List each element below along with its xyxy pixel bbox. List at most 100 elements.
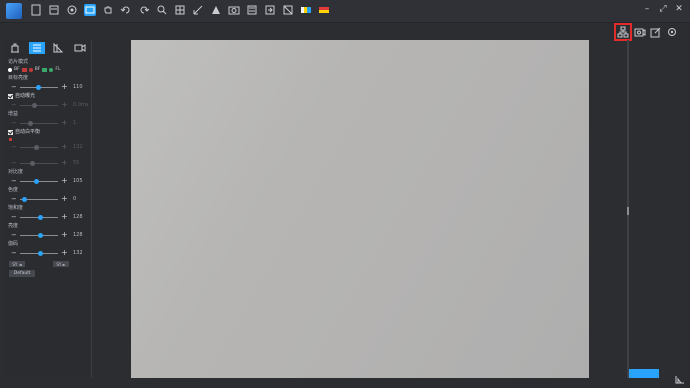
new-icon[interactable] [30, 4, 42, 16]
minus-icon[interactable]: − [11, 119, 17, 127]
sy-next-button[interactable]: SY ► [53, 261, 69, 267]
list-icon[interactable] [246, 4, 258, 16]
preview-toggle-button[interactable] [629, 369, 659, 378]
capture-icon[interactable] [84, 4, 96, 16]
contrast-label: 对比度 [8, 169, 24, 175]
plus-icon[interactable]: + [61, 82, 68, 91]
camera-tab[interactable] [7, 42, 23, 54]
slider-knob[interactable] [30, 161, 35, 166]
adjust-tab[interactable] [28, 42, 45, 54]
video-tab[interactable] [72, 42, 88, 54]
export-icon[interactable] [264, 4, 276, 16]
mode-selector: BF BF FL [8, 66, 90, 74]
plus-icon[interactable]: + [61, 118, 68, 127]
open-icon[interactable] [48, 4, 60, 16]
slider-knob[interactable] [38, 233, 43, 238]
camera-preview[interactable] [131, 40, 589, 378]
snapshot-icon[interactable] [633, 25, 647, 39]
slider-knob[interactable] [38, 215, 43, 220]
minus-icon[interactable]: − [11, 213, 17, 221]
plus-icon[interactable]: + [61, 176, 68, 185]
settings-icon[interactable] [665, 25, 679, 39]
minus-icon[interactable]: − [11, 249, 17, 257]
plus-icon[interactable]: + [61, 194, 68, 203]
edit-icon[interactable] [649, 25, 663, 39]
measure-icon[interactable] [192, 4, 204, 16]
minus-icon[interactable]: − [11, 159, 17, 167]
slider-knob[interactable] [32, 103, 37, 108]
slider-track[interactable] [20, 163, 58, 164]
plus-icon[interactable]: + [61, 158, 68, 167]
mode-color-red [21, 68, 27, 72]
saturation-slider[interactable]: − + 128 [8, 212, 90, 222]
undo-icon[interactable] [120, 4, 132, 16]
slider-knob[interactable] [36, 85, 41, 90]
gain-slider[interactable]: − + 1 [8, 118, 90, 128]
network-icon[interactable] [614, 23, 632, 41]
hand-icon[interactable] [102, 4, 114, 16]
camera-icon[interactable] [228, 4, 240, 16]
maximize-button[interactable]: ⤢ [658, 4, 668, 14]
mode-label-1: BF [14, 67, 20, 72]
slider-track[interactable] [20, 105, 58, 106]
minus-icon[interactable]: − [11, 83, 17, 91]
sidebar-divider[interactable] [91, 40, 92, 378]
checkbox-icon[interactable] [8, 129, 13, 135]
auto-wb-checkbox[interactable]: 自动白平衡 [8, 128, 90, 136]
minus-icon[interactable]: − [11, 177, 17, 185]
close-button[interactable]: ✕ [674, 4, 684, 14]
slider-value: 0.0ms [73, 102, 89, 108]
red-channel-indicator [9, 138, 12, 141]
record-icon[interactable] [66, 4, 78, 16]
slider-knob[interactable] [34, 145, 39, 150]
slider-knob[interactable] [34, 179, 39, 184]
minus-icon[interactable]: − [11, 231, 17, 239]
measure-corner-icon[interactable] [675, 369, 685, 384]
redo-icon[interactable] [138, 4, 150, 16]
hue-slider[interactable]: − + 0 [8, 194, 90, 204]
auto-wb-label: 自动白平衡 [15, 129, 41, 135]
default-button[interactable]: Default [9, 270, 35, 277]
minus-icon[interactable]: − [11, 195, 17, 203]
palette-icon[interactable] [318, 4, 330, 16]
exposure-target-slider[interactable]: − + 110 [8, 82, 90, 92]
plus-icon[interactable]: + [61, 142, 68, 151]
slider-track[interactable] [20, 181, 58, 182]
measure-tab[interactable] [51, 42, 67, 54]
zoom-icon[interactable] [156, 4, 168, 16]
mode-radio-3[interactable] [49, 68, 54, 72]
main-toolbar [30, 4, 330, 16]
auto-exposure-checkbox[interactable]: 自动曝光 [8, 92, 90, 100]
plus-icon[interactable]: + [61, 248, 68, 257]
mode-radio-1[interactable] [8, 68, 12, 72]
triangle-icon[interactable] [210, 4, 222, 16]
plus-icon[interactable]: + [61, 212, 68, 221]
slider-knob[interactable] [22, 197, 27, 202]
slider-knob[interactable] [38, 251, 43, 256]
red-slider[interactable]: − + 132 [8, 142, 90, 152]
sy-prev-button[interactable]: SY ◄ [9, 261, 25, 267]
minus-icon[interactable]: − [11, 101, 17, 109]
color-bar-icon[interactable] [300, 4, 312, 16]
checkbox-icon[interactable] [8, 93, 13, 99]
splitter-handle[interactable] [627, 207, 629, 215]
bottom-right-controls [627, 368, 690, 384]
minus-icon[interactable]: − [11, 143, 17, 151]
blue-slider[interactable]: − + 55 [8, 158, 90, 168]
gain-label: 增益 [8, 111, 19, 117]
gamma-slider[interactable]: − + 132 [8, 248, 90, 258]
slider-knob[interactable] [28, 121, 33, 126]
exposure-time-slider[interactable]: − + 0.0ms [8, 100, 90, 110]
grid-icon[interactable] [174, 4, 186, 16]
plus-icon[interactable]: + [61, 230, 68, 239]
auto-exposure-label: 自动曝光 [15, 93, 36, 99]
contrast-slider[interactable]: − + 105 [8, 176, 90, 186]
minimize-button[interactable]: – [642, 4, 652, 14]
slider-track[interactable] [20, 147, 58, 148]
mode-radio-2[interactable] [28, 68, 33, 72]
brightness-slider[interactable]: − + 128 [8, 230, 90, 240]
image-icon[interactable] [282, 4, 294, 16]
slider-track[interactable] [20, 123, 58, 124]
plus-icon[interactable]: + [61, 100, 68, 109]
brightness-label: 亮度 [8, 223, 19, 229]
